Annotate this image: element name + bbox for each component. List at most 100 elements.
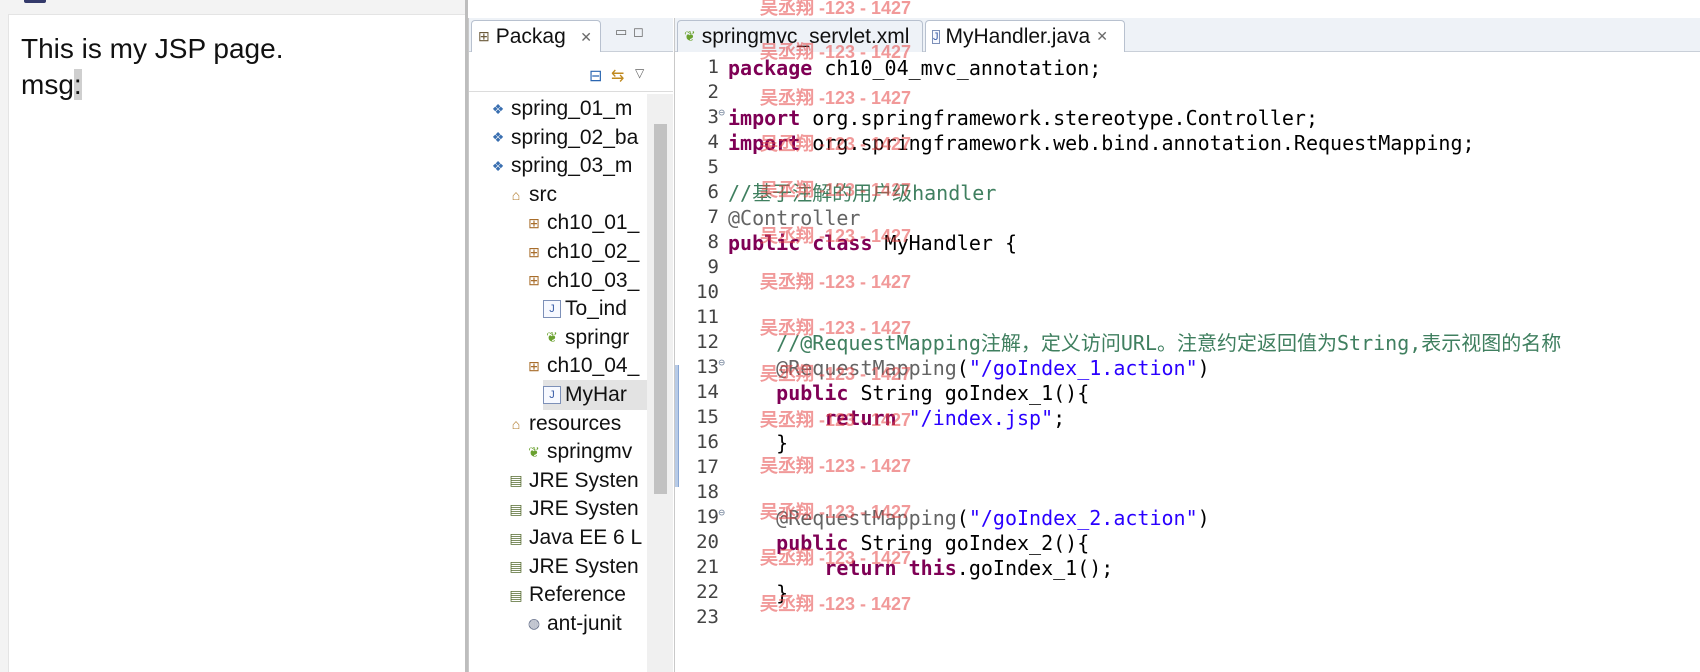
tree-item-label: ant-junit (547, 611, 622, 635)
msg-line: msg: (21, 69, 82, 101)
code-token: MyHandler { (872, 231, 1018, 255)
watermark-text: 吴丞翔 -123 - 1427 (760, 0, 912, 18)
browser-tab-indicator (24, 0, 46, 3)
editor-tab-label: springmvc_servlet.xml (701, 24, 910, 48)
editor-tab-label: MyHandler.java (945, 24, 1091, 48)
tree-item-label: ch10_02_ (547, 240, 640, 263)
tree-item[interactable]: ❦ springmv (525, 437, 632, 467)
msg-value-selection[interactable]: : (73, 69, 82, 100)
explorer-scrollbar[interactable] (647, 94, 673, 672)
editor-tabbar: ❦ springmvc_servlet.xml J MyHandler.java ✕ (675, 18, 1700, 52)
line-number: 22 (696, 581, 719, 603)
line-number: 17 (696, 456, 719, 478)
project-icon: ❖ (491, 129, 505, 146)
code-line: @Controller (728, 206, 860, 231)
tree-item-label: Reference (529, 583, 626, 607)
tree-item[interactable]: ◍ ant-junit (525, 609, 622, 639)
tree-item[interactable]: ❦ springr (543, 323, 629, 353)
fold-icon[interactable]: ⊖ (718, 106, 725, 119)
close-icon[interactable]: ✕ (1096, 28, 1108, 45)
tree-item[interactable]: ▤ JRE Systen (507, 466, 639, 496)
tree-item-label: ch10_04_ (547, 354, 640, 378)
tree-item-label: JRE Systen (529, 468, 639, 492)
tree-item[interactable]: ▤ Java EE 6 L (507, 523, 642, 553)
tab-package-explorer[interactable]: ⊞ Packag ✕ (471, 20, 601, 52)
code-token: this (908, 556, 957, 580)
code-token: .goIndex_1(); (956, 556, 1114, 580)
code-area[interactable]: package ch10_04_mvc_annotation;import or… (728, 52, 1700, 672)
line-number: 9 (707, 256, 719, 278)
tree-item[interactable]: ⊞ ch10_03_ (525, 266, 639, 296)
fold-icon[interactable]: ⊖ (718, 356, 725, 369)
tree-item-label: JRE Systen (529, 554, 639, 578)
fold-icon[interactable]: ⊖ (718, 506, 725, 519)
tree-item-label: src (529, 182, 557, 206)
line-number-gutter: 1 2 3 ⊖ 4 5 6 7 8 9 10 11 12 13 ⊖ 14 15 16 17 18 19 ⊖ 20 21 22 23 (679, 52, 725, 672)
code-token: ch10_04_mvc_annotation; (812, 56, 1102, 80)
line-number: 14 (696, 381, 719, 403)
tree-item-label: MyHar (565, 383, 627, 406)
code-line: public String goIndex_1(){ (728, 381, 1089, 406)
tree-item-label: ch10_01_ (547, 211, 640, 235)
line-number: 8 (707, 231, 719, 253)
collapse-all-icon[interactable]: ⊟ (589, 66, 602, 86)
tree-item[interactable]: ▤ JRE Systen (507, 494, 638, 524)
tree-item[interactable]: ⌂ resources (507, 409, 621, 439)
line-number: 1 (707, 56, 719, 78)
maximize-icon[interactable]: ◻ (633, 24, 644, 40)
code-line: return "/index.jsp"; (728, 406, 1065, 431)
tree-item[interactable]: J MyHar (543, 380, 647, 410)
line-number: 21 (696, 556, 719, 578)
tree-item[interactable]: ▤ Reference (507, 580, 626, 610)
line-number: 20 (696, 531, 719, 553)
project-tree: ❖ spring_01_m ❖ spring_02_ba ❖ spring_03_m ⌂ sr… (469, 94, 647, 672)
line-number: 10 (696, 281, 719, 303)
explorer-scrollbar-thumb[interactable] (654, 124, 667, 494)
close-icon[interactable]: ✕ (580, 29, 592, 46)
code-token: ( (956, 356, 969, 380)
java-file-icon: J (543, 300, 561, 319)
line-number: 11 (696, 306, 719, 328)
tree-item[interactable]: ⊞ ch10_01_ (525, 208, 639, 238)
code-line: public class MyHandler { (728, 231, 1017, 256)
project-icon: ❖ (491, 100, 505, 117)
editor-tab[interactable]: ❦ springmvc_servlet.xml (677, 20, 923, 52)
tree-item[interactable]: ⊞ ch10_02_ (525, 237, 639, 267)
view-menu-icon[interactable]: ▽ (635, 66, 644, 80)
spring-xml-icon: ❦ (528, 443, 540, 460)
jsp-heading-text: This is my JSP page. (21, 33, 284, 64)
code-token: import (728, 131, 801, 155)
code-token: return (824, 556, 897, 580)
minimize-icon[interactable]: ▭ (615, 24, 627, 40)
tree-item[interactable]: ❖ spring_03_m (489, 151, 633, 181)
tree-item[interactable]: ❖ spring_01_m (489, 94, 633, 124)
code-token: "/goIndex_1.action" (968, 356, 1198, 380)
jar-icon: ◍ (527, 615, 541, 632)
tree-item[interactable]: J To_ind (543, 294, 627, 324)
line-number: 5 (707, 156, 719, 178)
code-token: "/index.jsp" (908, 406, 1054, 430)
code-line: } (728, 581, 788, 606)
tree-item[interactable]: ▤ JRE Systen (507, 552, 639, 582)
tree-item[interactable]: ⌂ src (507, 180, 557, 210)
library-icon: ▤ (509, 586, 523, 603)
tree-item[interactable]: ❖ spring_02_ba (489, 123, 639, 153)
code-token: package (728, 56, 813, 80)
tree-item-label: resources (529, 411, 622, 435)
line-number: 3 ⊖ (707, 106, 725, 128)
code-token: public (728, 231, 801, 255)
code-line: //@RequestMapping注解，定义访问URL。注意约定返回值为Stri… (728, 331, 1561, 356)
tree-item[interactable]: ⊞ ch10_04_ (525, 351, 639, 381)
editor-tab[interactable]: J MyHandler.java ✕ (925, 20, 1125, 52)
code-line: import org.springframework.stereotype.Co… (728, 106, 1318, 131)
browser-pane: This is my JSP page. msg: (0, 0, 465, 672)
msg-label: msg (21, 69, 74, 100)
code-token: @RequestMapping (776, 356, 957, 380)
link-with-editor-icon[interactable]: ⇆ (611, 66, 624, 86)
spring-xml-icon: ❦ (546, 329, 558, 346)
code-token: "/goIndex_2.action" (968, 506, 1198, 530)
